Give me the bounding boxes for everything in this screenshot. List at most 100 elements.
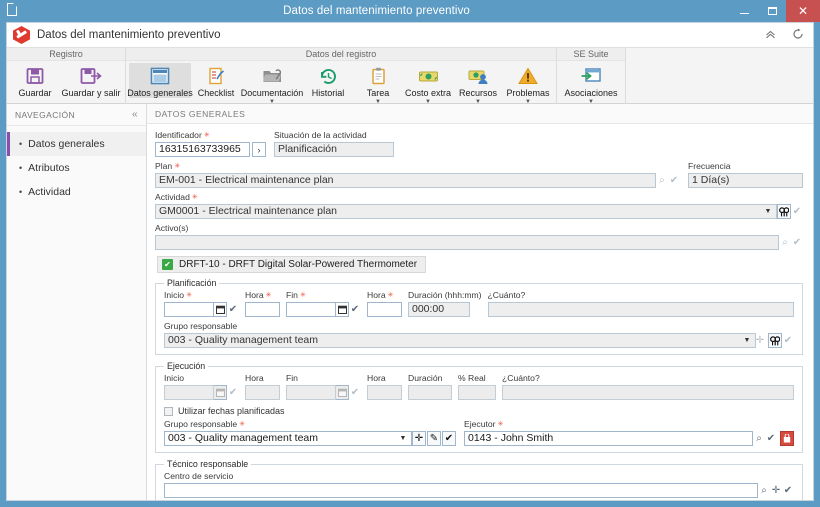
ejec-fin-input[interactable] [286,385,336,400]
actividad-select[interactable]: GM0001 - Electrical maintenance plan [155,204,777,219]
ejec-inicio-input[interactable] [164,385,214,400]
plan-inicio-input[interactable] [164,302,214,317]
search-icon[interactable]: ⌕ [753,431,765,446]
field-label: Actividad ✳ [155,192,198,202]
plan-grupo-select[interactable]: 003 - Quality management team [164,333,756,348]
tab-recursos[interactable]: Recursos ▼ [453,63,503,105]
chevron-down-icon[interactable]: ▼ [398,431,408,446]
application-window: Datos del mantenimiento preventivo ✕ Dat… [0,0,820,507]
field-ejec-inicio: Inicio ✔ [164,373,239,400]
delete-button[interactable] [780,431,794,446]
tab-documentacion[interactable]: Documentación ▼ [241,63,303,105]
field-label: Hora [245,373,264,383]
field-ejec-hora-fin: Hora [367,373,402,400]
ejec-cuanto-input[interactable] [502,385,794,400]
ribbon-group-title: SE Suite [557,48,625,61]
collapse-sidebar-icon[interactable]: « [132,109,138,120]
field-label: Duración (hhh:mm) [408,290,482,300]
extra-cost-money-icon [416,65,440,87]
ribbon-button-label: Checklist [197,88,235,98]
sidebar-item-label: Datos generales [28,138,105,150]
actividad-search-button[interactable] [777,204,791,219]
maximize-button[interactable] [758,0,786,22]
refresh-icon[interactable] [791,27,805,41]
field-ejec-hora-inicio: Hora [245,373,280,400]
clear-icon[interactable]: ✔ [782,483,794,498]
field-label: Grupo responsable ✳ [164,419,245,429]
required-marker: ✳ [497,421,504,428]
minimize-button[interactable] [730,0,758,22]
ejec-grupo-select[interactable]: 003 - Quality management team [164,431,412,446]
identificador-input[interactable]: 16315163733965 [155,142,250,157]
chevron-down-icon[interactable]: ▼ [763,204,773,219]
tab-checklist[interactable]: Checklist [191,63,241,98]
tab-historial[interactable]: Historial [303,63,353,98]
ribbon-empty-area [626,48,813,105]
clear-icon[interactable]: ✔ [791,235,803,250]
window-title: Datos del mantenimiento preventivo [283,5,470,17]
general-data-icon [148,65,172,87]
add-icon[interactable]: ✛ [753,333,767,348]
sidebar-item-atributos[interactable]: • Atributos [7,156,146,180]
field-plan-fin: Fin ✳ ✔ [286,290,361,317]
activos-input[interactable] [155,235,779,250]
ejec-hora-fin-input[interactable] [367,385,402,400]
chevron-down-icon[interactable]: ▼ [742,333,752,348]
collapse-ribbon-icon[interactable] [763,27,777,41]
clear-icon[interactable]: ✔ [782,333,794,348]
tab-costo-extra[interactable]: Costo extra ▼ [403,63,453,105]
asset-chip[interactable]: ✔ DRFT-10 - DRFT Digital Solar-Powered T… [157,256,427,273]
save-button[interactable]: Guardar [10,63,60,98]
centro-servicio-input[interactable] [164,483,758,498]
clear-icon[interactable]: ✔ [349,302,361,317]
save-and-exit-button[interactable]: Guardar y salir [60,63,122,98]
tab-tarea[interactable]: Tarea ▼ [353,63,403,105]
plan-hora-fin-input[interactable] [367,302,402,317]
ejec-hora-inicio-input[interactable] [245,385,280,400]
header-tools [763,27,805,41]
sidebar-item-actividad[interactable]: • Actividad [7,180,146,204]
clear-icon[interactable]: ✔ [227,302,239,317]
add-button[interactable]: ✛ [412,431,426,446]
clear-icon[interactable]: ✔ [668,173,680,188]
se-suite-hexagon-logo [13,26,30,44]
bullet-icon: • [19,139,23,149]
situacion-value: Planificación [274,142,394,157]
window-controls: ✕ [730,0,820,22]
plan-hora-inicio-input[interactable] [245,302,280,317]
plan-duracion-value: 000:00 [408,302,470,317]
clear-button[interactable]: ✔ [442,431,456,446]
field-plan: Plan ✳ EM-001 - Electrical maintenance pl… [155,161,680,188]
utilizar-fechas-checkbox[interactable] [164,406,173,416]
ribbon-groups: Registro Guardar Guardar y salir Datos d… [7,48,813,105]
identificador-go-button[interactable]: › [252,142,266,157]
calendar-icon[interactable] [336,302,349,317]
tab-problemas[interactable]: Problemas ▼ [503,63,553,105]
clear-icon[interactable]: ✔ [765,431,777,446]
tab-asociaciones[interactable]: Asociaciones ▼ [560,63,622,105]
calendar-icon[interactable] [214,302,227,317]
field-label: Identificador ✳ [155,130,210,140]
plan-grupo-search-button[interactable] [768,333,782,348]
clear-icon[interactable]: ✔ [791,204,803,219]
edit-button[interactable]: ✎ [427,431,441,446]
search-icon[interactable]: ⌕ [656,173,668,188]
ejecutor-input[interactable]: 0143 - John Smith [464,431,753,446]
field-label: Fin ✳ [286,290,306,300]
document-icon [7,3,23,19]
add-icon[interactable]: ✛ [770,483,782,498]
plan-cuanto-input[interactable] [487,302,794,317]
tab-datos-generales[interactable]: Datos generales [127,63,193,98]
sidebar-item-datos-generales[interactable]: • Datos generales [7,132,146,156]
plan-fin-input[interactable] [286,302,336,317]
search-icon[interactable]: ⌕ [758,483,770,498]
plan-input[interactable]: EM-001 - Electrical maintenance plan [155,173,656,188]
app-header: Datos del mantenimiento preventivo [7,23,813,47]
bullet-icon: • [19,163,23,173]
field-label: ¿Cuánto? [502,373,540,383]
close-button[interactable]: ✕ [786,0,820,22]
calendar-icon [336,385,349,400]
search-icon[interactable]: ⌕ [779,235,791,250]
sidebar-item-label: Actividad [28,186,71,198]
field-plan-hora-fin: Hora ✳ [367,290,402,317]
